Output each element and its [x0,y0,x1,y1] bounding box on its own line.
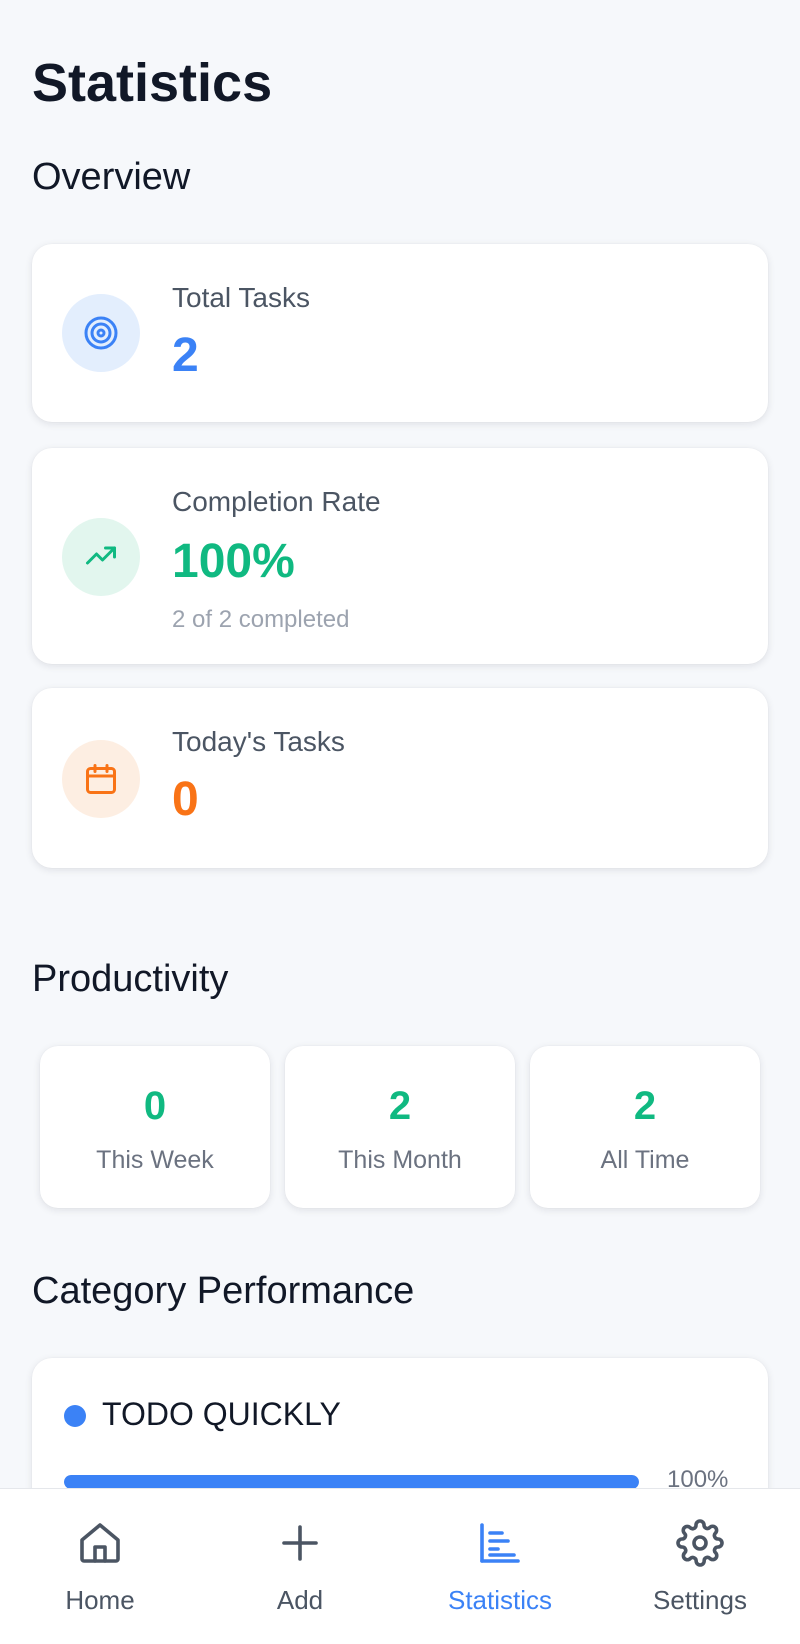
completion-rate-card: Completion Rate 100% 2 of 2 completed [32,448,768,664]
bottom-navigation: Home Add Statistics Settings [0,1488,800,1644]
nav-label: Settings [653,1585,747,1615]
productivity-this-week: 0 This Week [40,1046,270,1208]
total-tasks-value: 2 [172,329,199,382]
category-performance-heading: Category Performance [32,1270,415,1312]
plus-icon [282,1525,318,1561]
todays-tasks-label: Today's Tasks [172,726,345,757]
gear-icon [676,1519,724,1567]
productivity-this-month: 2 This Month [285,1046,515,1208]
nav-label: Home [65,1585,135,1615]
nav-label: Statistics [447,1585,553,1615]
nav-label: Add [276,1585,324,1615]
productivity-value: 2 [633,1084,657,1128]
productivity-heading: Productivity [32,958,229,1000]
completion-rate-subtext: 2 of 2 completed [172,606,350,633]
productivity-label: This Month [338,1146,462,1174]
todays-tasks-card: Today's Tasks 0 [32,688,768,868]
productivity-value: 0 [143,1084,167,1128]
productivity-label: All Time [600,1146,690,1174]
calendar-icon [62,740,140,818]
page-title: Statistics [32,53,273,113]
category-name: TODO QUICKLY [102,1396,341,1432]
nav-add[interactable]: Add [200,1489,400,1644]
completion-rate-label: Completion Rate [172,486,381,517]
status-bar [0,0,800,40]
productivity-all-time: 2 All Time [530,1046,760,1208]
statistics-screen: Statistics Overview Total Tasks 2 Comple… [0,0,800,1644]
nav-settings[interactable]: Settings [600,1489,800,1644]
completion-rate-value: 100% [172,535,295,588]
todays-tasks-value: 0 [172,773,199,826]
bar-chart-icon [480,1523,520,1563]
category-progress-bar [64,1475,639,1489]
target-icon [62,294,140,372]
category-color-dot [64,1405,86,1427]
productivity-label: This Week [96,1146,214,1174]
category-progress-fill [64,1475,639,1489]
nav-home[interactable]: Home [0,1489,200,1644]
overview-heading: Overview [32,156,191,198]
nav-statistics[interactable]: Statistics [400,1489,600,1644]
total-tasks-label: Total Tasks [172,282,310,313]
trending-up-icon [62,518,140,596]
productivity-value: 2 [388,1084,412,1128]
home-icon [80,1523,120,1563]
total-tasks-card: Total Tasks 2 [32,244,768,422]
